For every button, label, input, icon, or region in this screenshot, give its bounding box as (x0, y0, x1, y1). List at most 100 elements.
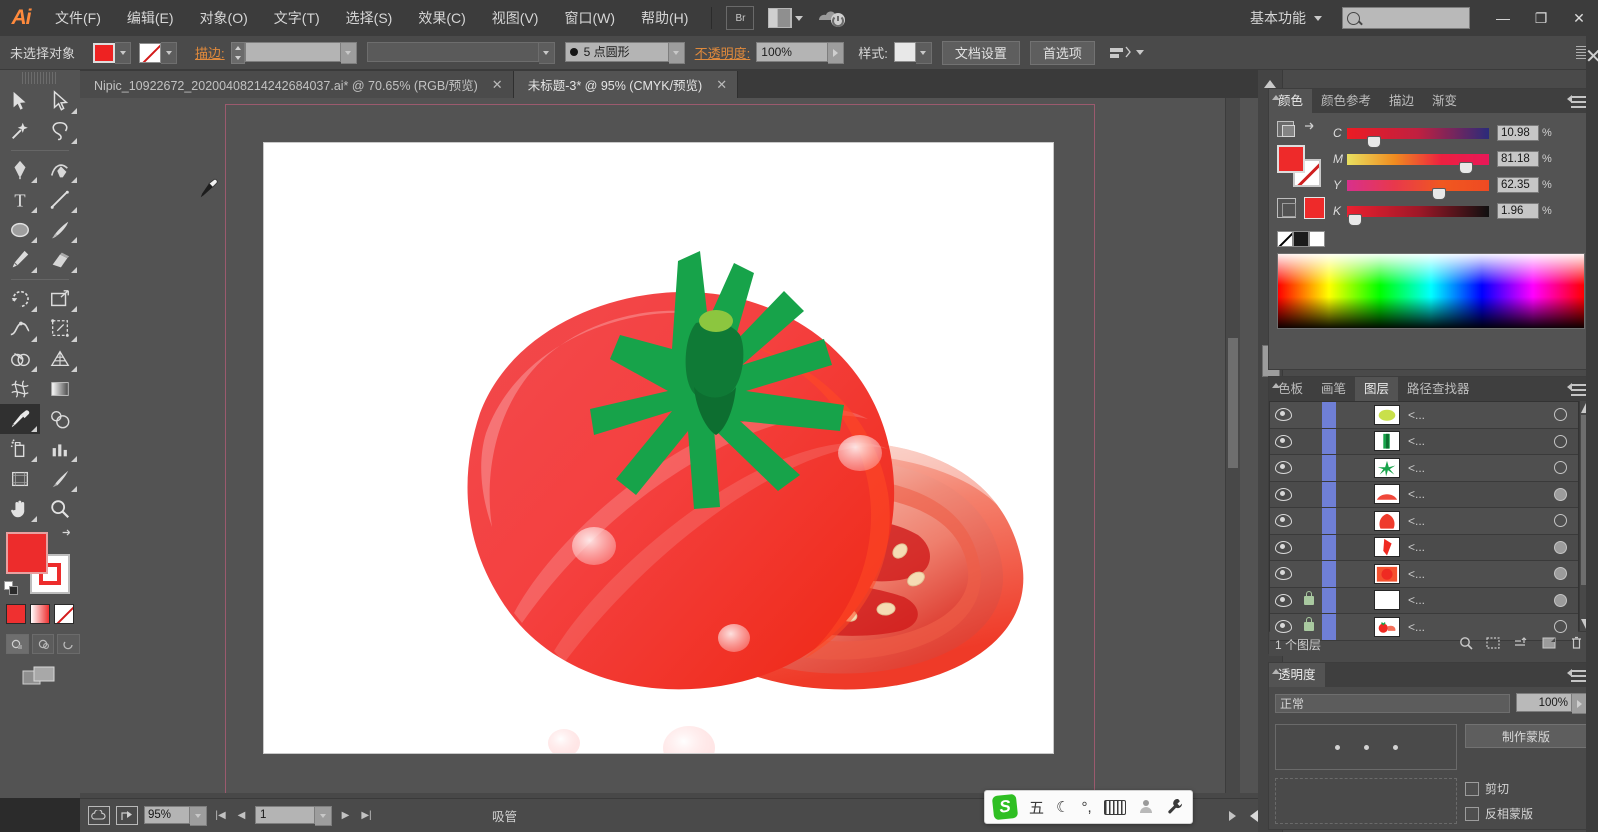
table-row[interactable]: <... (1270, 428, 1578, 455)
invert-mask-checkbox-row[interactable]: 反相蒙版 (1465, 805, 1533, 822)
menu-type[interactable]: 文字(T) (261, 0, 333, 36)
opacity-link[interactable]: 不透明度: (695, 43, 751, 62)
cube-icon[interactable] (1277, 198, 1297, 218)
cloud-sync-icon[interactable] (88, 806, 110, 825)
mask-thumbnails[interactable] (1275, 724, 1457, 770)
layer-visibility-toggle[interactable] (1270, 487, 1296, 501)
fill-dropdown-button[interactable] (115, 41, 132, 64)
layer-visibility-toggle[interactable] (1270, 514, 1296, 528)
search-input[interactable] (1342, 7, 1470, 29)
layer-target-button[interactable] (1542, 514, 1578, 528)
table-row[interactable]: <... (1270, 402, 1578, 429)
panel-grip-icon[interactable] (1272, 669, 1280, 674)
width-profile-input[interactable] (366, 41, 539, 62)
layer-name[interactable]: <... (1400, 540, 1542, 554)
stroke-color-control[interactable] (139, 41, 178, 64)
slider-knob-y[interactable] (1432, 187, 1447, 200)
layer-target-button[interactable] (1542, 593, 1578, 607)
layer-visibility-toggle[interactable] (1270, 540, 1296, 554)
table-row[interactable]: <... (1270, 561, 1578, 588)
layer-target-button[interactable] (1542, 434, 1578, 448)
share-icon[interactable] (116, 806, 138, 825)
panel-grip-icon[interactable] (1272, 95, 1280, 100)
create-new-layer-icon[interactable] (1542, 636, 1557, 653)
symbol-sprayer-tool[interactable] (0, 434, 40, 464)
punctuation-icon[interactable]: °, (1081, 799, 1091, 816)
menu-object[interactable]: 对象(O) (187, 0, 261, 36)
brush-definition-input[interactable]: 5 点圆形 (564, 41, 669, 62)
fill-swatch[interactable] (93, 42, 116, 63)
layer-visibility-toggle[interactable] (1270, 567, 1296, 581)
layer-target-button[interactable] (1542, 620, 1578, 634)
brush-definition-control[interactable]: 5 点圆形 (564, 41, 685, 64)
swatch-none[interactable] (1277, 231, 1293, 247)
table-row[interactable]: <... (1270, 455, 1578, 482)
stroke-swatch[interactable] (139, 42, 162, 63)
layer-name[interactable]: <... (1400, 620, 1542, 634)
slider-track-y[interactable] (1347, 179, 1489, 200)
width-profile-dropdown[interactable] (538, 41, 555, 64)
default-fill-stroke-icon[interactable] (4, 581, 19, 596)
none-fill-button[interactable] (54, 604, 74, 624)
zoom-tool[interactable] (40, 494, 80, 524)
selection-tool[interactable] (0, 86, 40, 116)
layer-visibility-toggle[interactable] (1270, 434, 1296, 448)
layer-name[interactable]: <... (1400, 434, 1542, 448)
moon-icon[interactable]: ☾ (1056, 798, 1069, 816)
locate-object-icon[interactable] (1459, 636, 1473, 653)
scale-tool[interactable] (40, 284, 80, 314)
layer-name[interactable]: <... (1400, 567, 1542, 581)
artboard-tool[interactable] (0, 464, 40, 494)
rotate-tool[interactable] (0, 284, 40, 314)
settings-wrench-icon[interactable] (1166, 797, 1184, 818)
menu-view[interactable]: 视图(V) (479, 0, 552, 36)
scroll-left-icon[interactable] (1250, 809, 1258, 822)
color-spectrum-bar[interactable] (1277, 253, 1585, 329)
layer-visibility-toggle[interactable] (1270, 461, 1296, 475)
layer-lock-toggle[interactable] (1296, 617, 1322, 632)
status-expand-icon[interactable] (1229, 810, 1236, 821)
magic-wand-tool[interactable] (0, 116, 40, 146)
sogou-logo-icon[interactable]: S (991, 793, 1019, 821)
clip-checkbox-row[interactable]: 剪切 (1465, 780, 1533, 797)
swap-colors-icon[interactable] (1302, 122, 1318, 136)
slider-value-c[interactable]: 10.98 (1497, 125, 1539, 141)
checkbox-icon[interactable] (1465, 806, 1479, 821)
slider-value-k[interactable]: 1.96 (1497, 203, 1539, 219)
panel-menu-icon[interactable] (1567, 382, 1587, 396)
opacity-popup-button[interactable] (1572, 693, 1587, 714)
slider-value-m[interactable]: 81.18 (1497, 151, 1539, 167)
line-segment-tool[interactable] (40, 185, 80, 215)
width-tool[interactable] (0, 314, 40, 344)
graphic-style-dropdown[interactable] (915, 41, 932, 64)
tab-stroke[interactable]: 描边 (1380, 89, 1423, 113)
tab-transparency[interactable]: 透明度 (1269, 663, 1325, 687)
layer-name[interactable]: <... (1400, 408, 1542, 422)
menu-edit[interactable]: 编辑(E) (114, 0, 187, 36)
panel-fill-swatch[interactable] (1277, 145, 1305, 173)
layer-name[interactable]: <... (1400, 461, 1542, 475)
opacity-input[interactable]: 100% (756, 41, 829, 62)
close-icon[interactable]: ✕ (492, 77, 503, 93)
perspective-grid-tool[interactable] (40, 344, 80, 374)
creative-cloud-icon[interactable] (817, 7, 847, 29)
transparency-opacity-input[interactable]: 100% (1516, 693, 1572, 712)
gradient-fill-button[interactable] (30, 604, 50, 624)
make-mask-button[interactable]: 制作蒙版 (1465, 724, 1587, 748)
layer-visibility-toggle[interactable] (1270, 593, 1296, 607)
mesh-tool[interactable] (0, 374, 40, 404)
artboard[interactable] (264, 143, 1053, 753)
menu-effect[interactable]: 效果(C) (405, 0, 478, 36)
direct-selection-tool[interactable] (40, 86, 80, 116)
drawing-mode-inside-button[interactable] (57, 634, 81, 654)
layer-target-button[interactable] (1542, 540, 1578, 554)
menu-window[interactable]: 窗口(W) (551, 0, 628, 36)
variable-width-profile-control[interactable] (366, 41, 555, 64)
paintbrush-tool[interactable] (40, 215, 80, 245)
drawing-mode-normal-button[interactable] (6, 634, 29, 654)
stroke-options-link[interactable]: 描边: (195, 43, 225, 62)
first-artboard-button[interactable]: |◀ (213, 807, 228, 825)
stroke-dropdown-button[interactable] (161, 41, 178, 64)
layer-name[interactable]: <... (1400, 487, 1542, 501)
layer-target-button[interactable] (1542, 408, 1578, 422)
